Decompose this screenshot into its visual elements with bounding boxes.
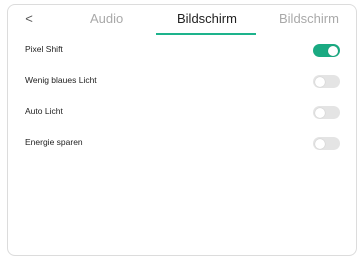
pixel-shift-toggle[interactable] <box>313 44 340 57</box>
tab-bildschirm[interactable]: Bildschirm <box>177 11 237 27</box>
settings-list: Pixel Shift Wenig blaues Licht Auto Lich… <box>8 35 356 159</box>
blue-light-toggle[interactable] <box>313 75 340 88</box>
setting-row-blue-light: Wenig blaues Licht <box>8 66 356 97</box>
back-chevron-icon[interactable]: < <box>22 10 36 28</box>
setting-label: Auto Licht <box>25 106 63 116</box>
toggle-knob <box>315 76 325 87</box>
setting-row-energy-saving: Energie sparen <box>8 128 356 159</box>
toggle-knob <box>328 45 338 56</box>
setting-row-pixel-shift: Pixel Shift <box>8 35 356 66</box>
tab-bildschirm-secondary[interactable]: Bildschirm <box>279 11 339 27</box>
setting-label: Wenig blaues Licht <box>25 75 97 85</box>
settings-panel: < Audio Bildschirm Bildschirm Pixel Shif… <box>7 4 357 256</box>
tab-audio[interactable]: Audio <box>90 11 123 27</box>
setting-label: Pixel Shift <box>25 44 63 54</box>
auto-light-toggle[interactable] <box>313 106 340 119</box>
energy-saving-toggle[interactable] <box>313 137 340 150</box>
setting-label: Energie sparen <box>25 137 83 147</box>
setting-row-auto-light: Auto Licht <box>8 97 356 128</box>
tab-bar: < Audio Bildschirm Bildschirm <box>8 5 356 35</box>
toggle-knob <box>315 138 325 149</box>
toggle-knob <box>315 107 325 118</box>
